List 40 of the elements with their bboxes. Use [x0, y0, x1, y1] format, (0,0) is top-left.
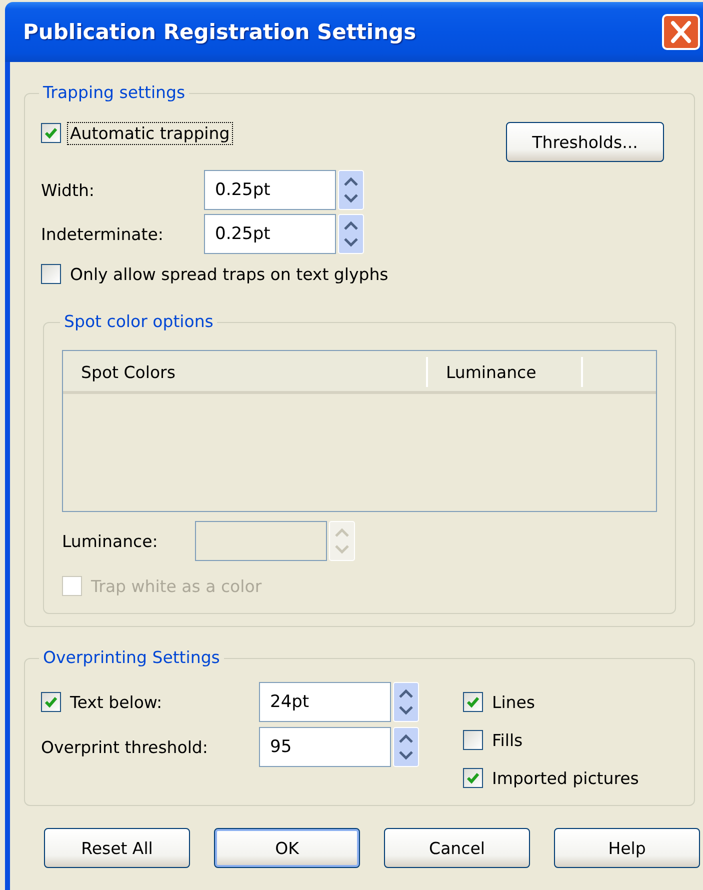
field-label: Luminance:: [62, 532, 159, 550]
checkbox[interactable]: [41, 692, 61, 712]
group-title: Overprinting Settings: [42, 647, 221, 669]
checkmark-icon: [44, 126, 58, 140]
group-title: Trapping settings: [42, 82, 186, 104]
input-field[interactable]: 24pt: [259, 682, 391, 722]
spin-button[interactable]: [338, 214, 364, 254]
checkbox-label[interactable]: Only allow spread traps on text glyphs: [67, 262, 392, 286]
checkbox-label[interactable]: Imported pictures: [489, 766, 642, 790]
checkbox-label[interactable]: Text below:: [67, 690, 166, 714]
thresholds-button[interactable]: Thresholds...: [506, 122, 664, 162]
ok-button[interactable]: OK: [214, 828, 360, 868]
field-label: Indeterminate:: [41, 224, 164, 244]
checkbox-label[interactable]: Automatic trapping: [67, 122, 233, 144]
input-field[interactable]: 0.25pt: [204, 170, 336, 210]
close-icon[interactable]: [662, 14, 700, 50]
cancel-button[interactable]: Cancel: [384, 828, 530, 868]
input-field[interactable]: 95: [259, 727, 391, 767]
field-label: Width:: [41, 180, 96, 200]
checkmark-icon: [44, 695, 58, 709]
window-title: Publication Registration Settings: [23, 20, 418, 44]
group-title: Spot color options: [63, 311, 214, 333]
checkbox[interactable]: [41, 123, 61, 143]
spin-button[interactable]: [393, 727, 419, 767]
checkbox[interactable]: [463, 730, 483, 750]
column-header[interactable]: Luminance: [428, 357, 583, 387]
checkbox[interactable]: [463, 768, 483, 788]
spin-button[interactable]: [338, 170, 364, 210]
field-label: Overprint threshold:: [41, 738, 209, 756]
checkmark-icon: [466, 771, 480, 785]
help-button[interactable]: Help: [554, 828, 700, 868]
checkbox[interactable]: [41, 264, 61, 284]
input-field[interactable]: 0.25pt: [204, 214, 336, 254]
checkbox-label[interactable]: Fills: [489, 728, 526, 752]
checkbox[interactable]: [463, 692, 483, 712]
reset-all-button[interactable]: Reset All: [44, 828, 190, 868]
spin-button[interactable]: [393, 682, 419, 722]
column-header[interactable]: Spot Colors: [63, 357, 428, 387]
checkmark-icon: [466, 695, 480, 709]
checkbox-label[interactable]: Lines: [489, 690, 538, 714]
